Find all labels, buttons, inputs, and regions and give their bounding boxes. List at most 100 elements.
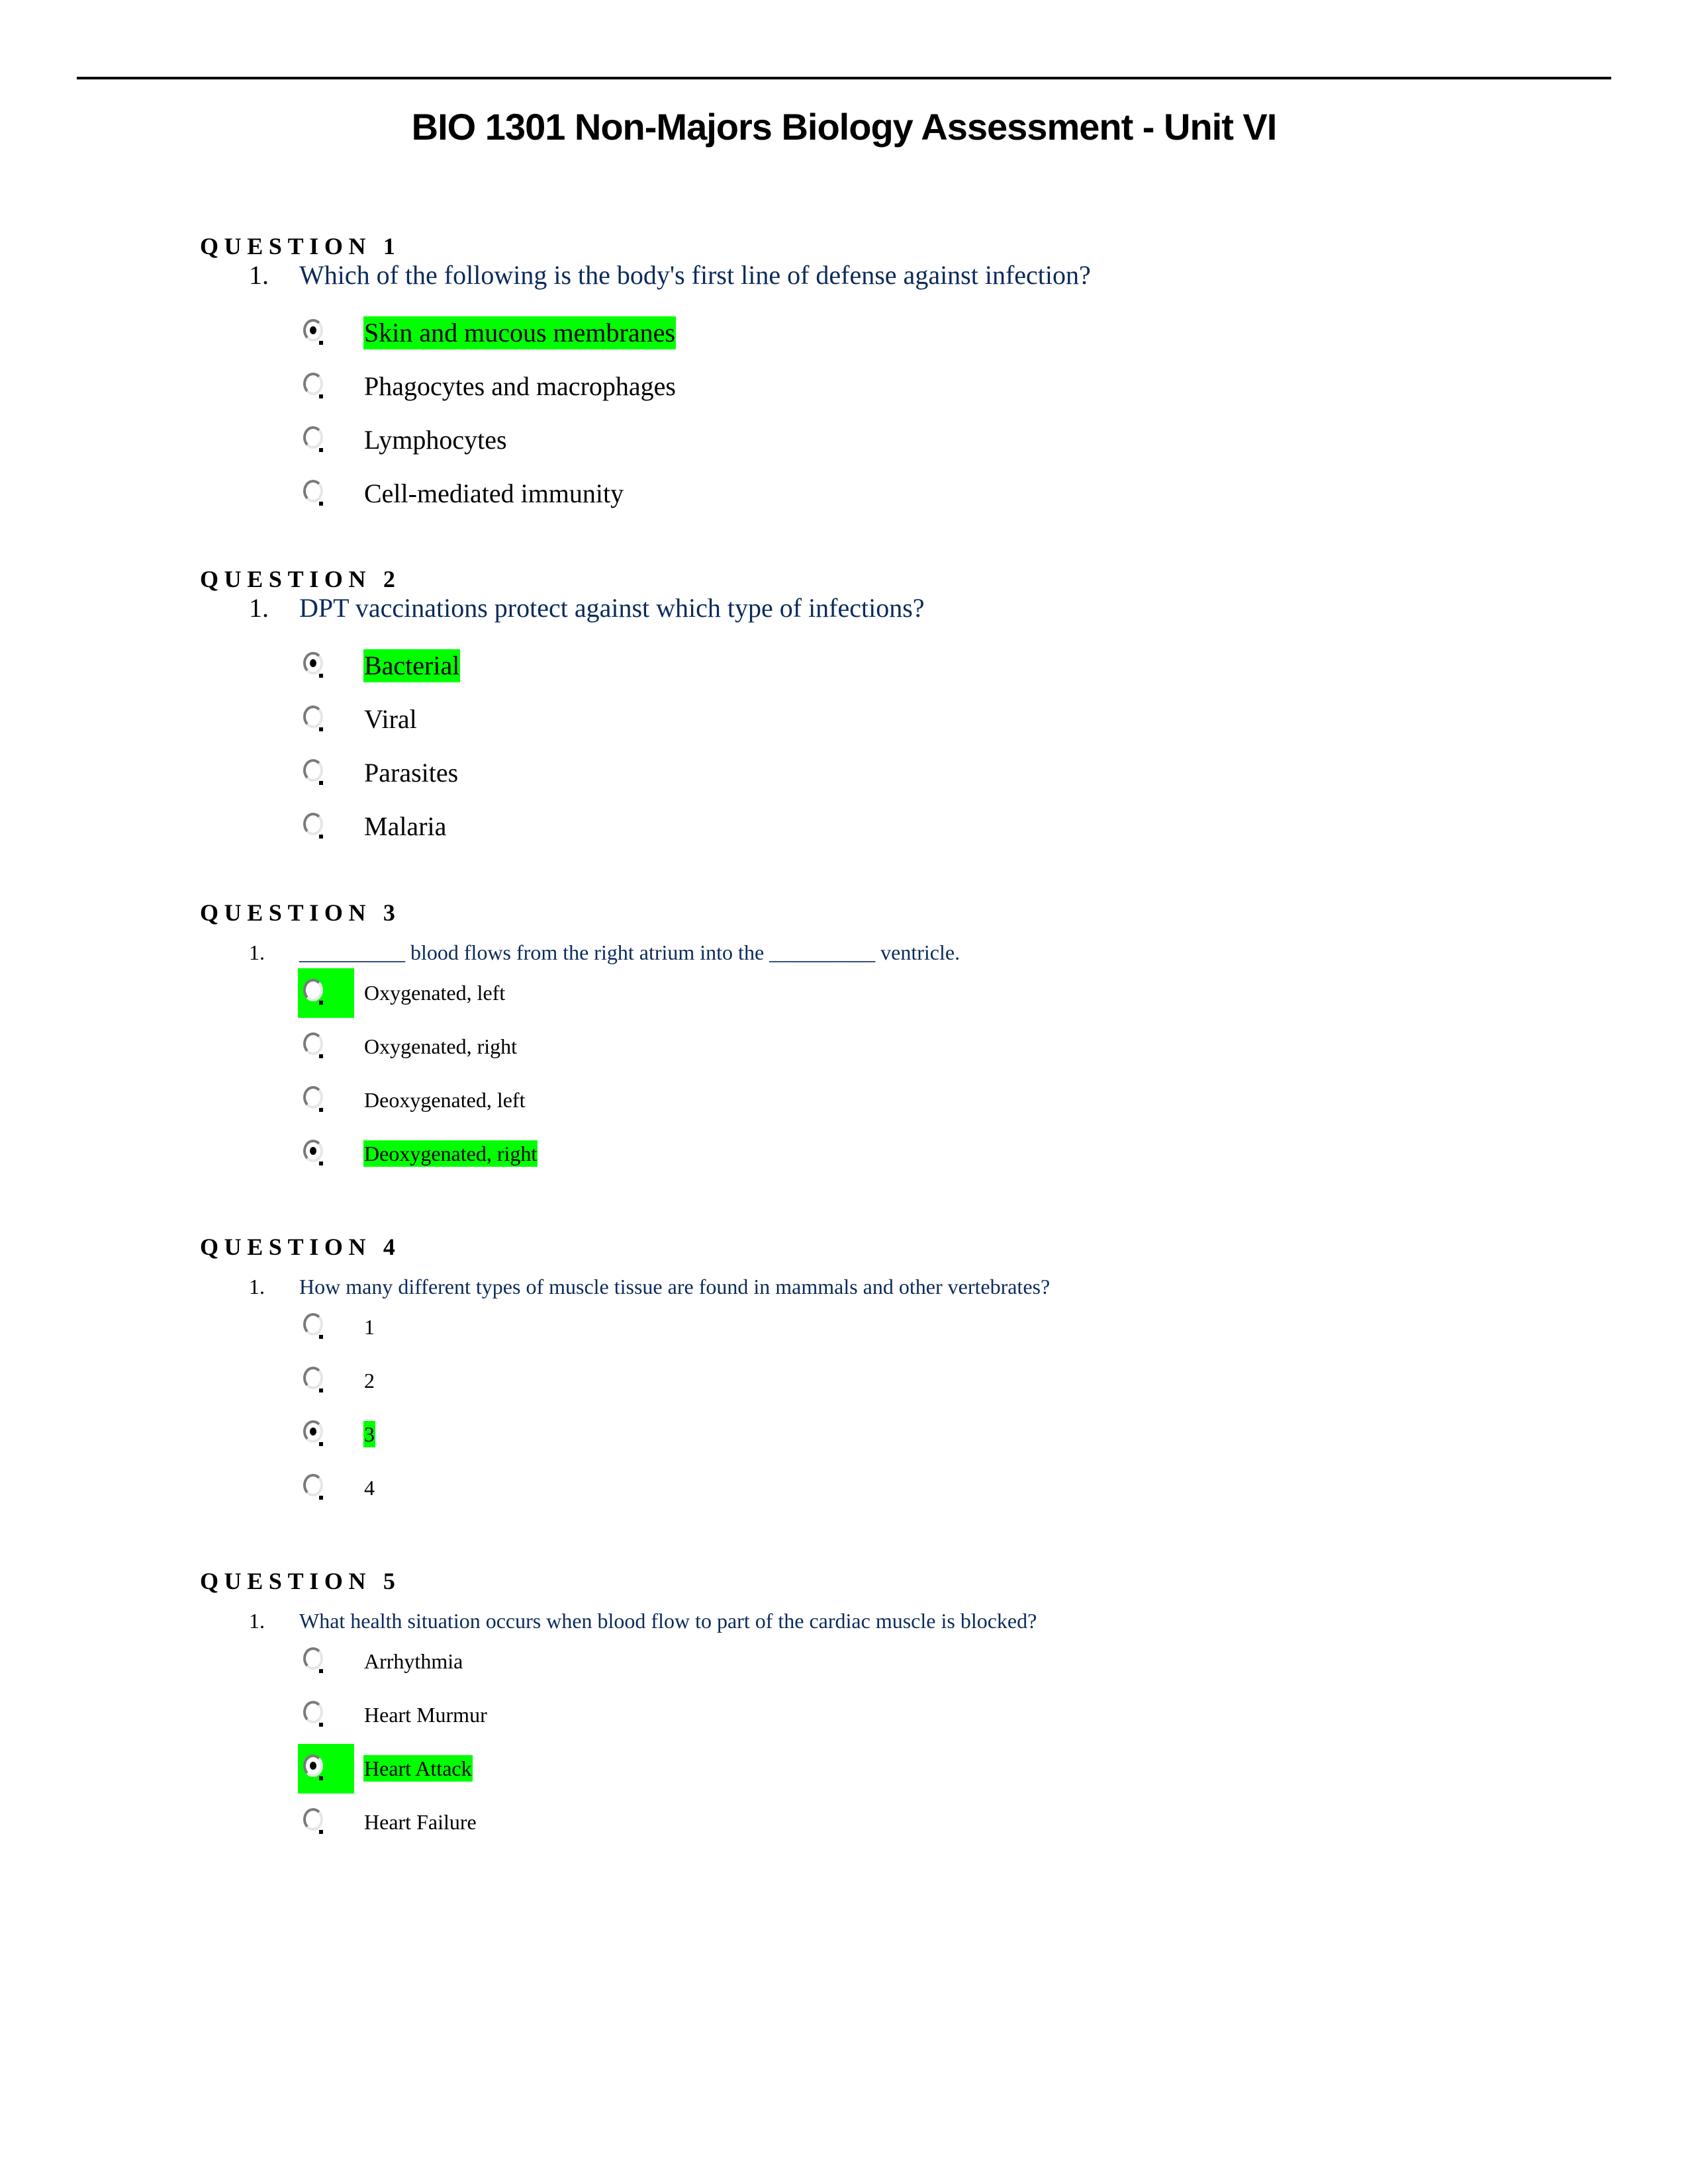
radio-highlight: [298, 1022, 354, 1071]
question-heading: QUESTION 4: [200, 1234, 401, 1260]
radio-selected-dot: [310, 1147, 316, 1155]
radio-highlight: [298, 1356, 354, 1406]
answer-label: Lymphocytes: [364, 425, 507, 455]
radio-button-icon[interactable]: [303, 1086, 323, 1112]
radio-highlight: [298, 1797, 354, 1847]
question-line: 1. What health situation occurs when blo…: [0, 1602, 1688, 1639]
answer-option[interactable]: Bacterial: [0, 641, 1688, 689]
answer-option[interactable]: 2: [0, 1356, 1688, 1404]
answer-option[interactable]: Malaria: [0, 802, 1688, 850]
radio-highlight: [298, 641, 354, 691]
radio-highlight: [298, 469, 354, 519]
answer-option[interactable]: Arrhythmia: [0, 1637, 1688, 1684]
radio-button-icon[interactable]: [303, 705, 323, 731]
radio-button-selected-icon[interactable]: [303, 652, 323, 678]
radio-button-icon[interactable]: [303, 979, 323, 1005]
question-line: 1. __________ blood flows from the right…: [0, 934, 1688, 971]
answer-label: Skin and mucous membranes: [363, 316, 676, 349]
radio-highlight: [298, 1410, 354, 1459]
answer-option[interactable]: Heart Failure: [0, 1797, 1688, 1845]
answer-option[interactable]: Heart Attack: [0, 1744, 1688, 1794]
answer-label: Bacterial: [363, 649, 461, 682]
answer-label: Cell-mediated immunity: [364, 478, 624, 508]
answer-option[interactable]: Oxygenated, right: [0, 1022, 1688, 1069]
answer-label: Oxygenated, right: [364, 1034, 518, 1058]
answer-label: 4: [364, 1476, 375, 1500]
radio-highlight: [298, 308, 354, 358]
answer-label: Viral: [364, 704, 417, 734]
radio-button-selected-icon[interactable]: [303, 319, 323, 345]
answer-option[interactable]: Skin and mucous membranes: [0, 308, 1688, 356]
radio-highlight: [298, 362, 354, 412]
radio-selected-dot: [310, 1762, 316, 1770]
radio-button-icon[interactable]: [303, 813, 323, 839]
radio-button-icon[interactable]: [303, 1808, 323, 1834]
radio-button-icon[interactable]: [303, 1032, 323, 1058]
radio-button-icon[interactable]: [303, 426, 323, 452]
radio-highlight: [298, 1075, 354, 1125]
answer-label: Oxygenated, left: [364, 981, 506, 1005]
answer-label: Parasites: [364, 758, 459, 788]
answer-label: Heart Attack: [363, 1755, 473, 1782]
radio-highlight: [298, 1744, 354, 1794]
question-heading: QUESTION 3: [200, 899, 401, 926]
radio-highlight: [298, 1129, 354, 1179]
answer-option[interactable]: Parasites: [0, 749, 1688, 796]
radio-button-icon[interactable]: [303, 1474, 323, 1500]
radio-highlight: [298, 416, 354, 465]
question-number: 1.: [249, 260, 269, 290]
answer-option[interactable]: Lymphocytes: [0, 416, 1688, 463]
answer-label: Deoxygenated, left: [364, 1088, 526, 1112]
question-line: 1. DPT vaccinations protect against whic…: [0, 590, 1688, 627]
answer-option[interactable]: 4: [0, 1463, 1688, 1511]
radio-button-icon[interactable]: [303, 480, 323, 506]
radio-button-selected-icon[interactable]: [303, 1140, 323, 1165]
radio-button-icon[interactable]: [303, 759, 323, 785]
answer-label: 2: [364, 1369, 375, 1392]
answer-option[interactable]: Oxygenated, left: [0, 968, 1688, 1018]
answer-option[interactable]: Phagocytes and macrophages: [0, 362, 1688, 410]
answer-label: Heart Murmur: [364, 1703, 487, 1727]
question-line: 1. Which of the following is the body's …: [0, 257, 1688, 294]
radio-highlight: [298, 1302, 354, 1352]
answer-option[interactable]: Heart Murmur: [0, 1690, 1688, 1738]
radio-button-selected-icon[interactable]: [303, 1420, 323, 1446]
answer-option[interactable]: 3: [0, 1410, 1688, 1457]
radio-button-icon[interactable]: [303, 1367, 323, 1392]
radio-button-icon[interactable]: [303, 373, 323, 398]
radio-highlight: [298, 1463, 354, 1513]
radio-highlight: [298, 1690, 354, 1740]
radio-highlight: [298, 695, 354, 745]
document-title: BIO 1301 Non-Majors Biology Assessment -…: [411, 106, 1278, 148]
radio-selected-dot: [310, 1428, 316, 1435]
answer-label: Phagocytes and macrophages: [364, 371, 676, 401]
radio-selected-dot: [310, 326, 316, 334]
radio-button-selected-icon[interactable]: [303, 1754, 323, 1780]
question-text: How many different types of muscle tissu…: [299, 1275, 1051, 1298]
question-text: Which of the following is the body's fir…: [299, 260, 1091, 290]
question-number: 1.: [249, 593, 269, 623]
radio-selected-dot: [310, 659, 316, 667]
question-number: 1.: [249, 940, 265, 964]
answer-label: Arrhythmia: [364, 1649, 463, 1673]
answer-label: Heart Failure: [364, 1810, 477, 1834]
answer-option[interactable]: Viral: [0, 695, 1688, 743]
radio-highlight: [298, 749, 354, 798]
radio-highlight: [298, 1637, 354, 1686]
header-rule: [77, 77, 1611, 79]
radio-button-icon[interactable]: [303, 1313, 323, 1339]
radio-highlight: [298, 802, 354, 852]
answer-option[interactable]: 1: [0, 1302, 1688, 1350]
question-number: 1.: [249, 1609, 265, 1633]
answer-option[interactable]: Deoxygenated, left: [0, 1075, 1688, 1123]
radio-button-icon[interactable]: [303, 1647, 323, 1673]
answer-option[interactable]: Cell-mediated immunity: [0, 469, 1688, 517]
question-text: __________ blood flows from the right at…: [299, 940, 961, 964]
answer-label: Deoxygenated, right: [363, 1140, 538, 1167]
question-text: What health situation occurs when blood …: [299, 1609, 1037, 1633]
answer-option[interactable]: Deoxygenated, right: [0, 1129, 1688, 1177]
radio-button-icon[interactable]: [303, 1701, 323, 1727]
answer-label: Malaria: [364, 811, 447, 841]
answer-label: 3: [363, 1421, 375, 1447]
question-heading: QUESTION 5: [200, 1568, 401, 1594]
